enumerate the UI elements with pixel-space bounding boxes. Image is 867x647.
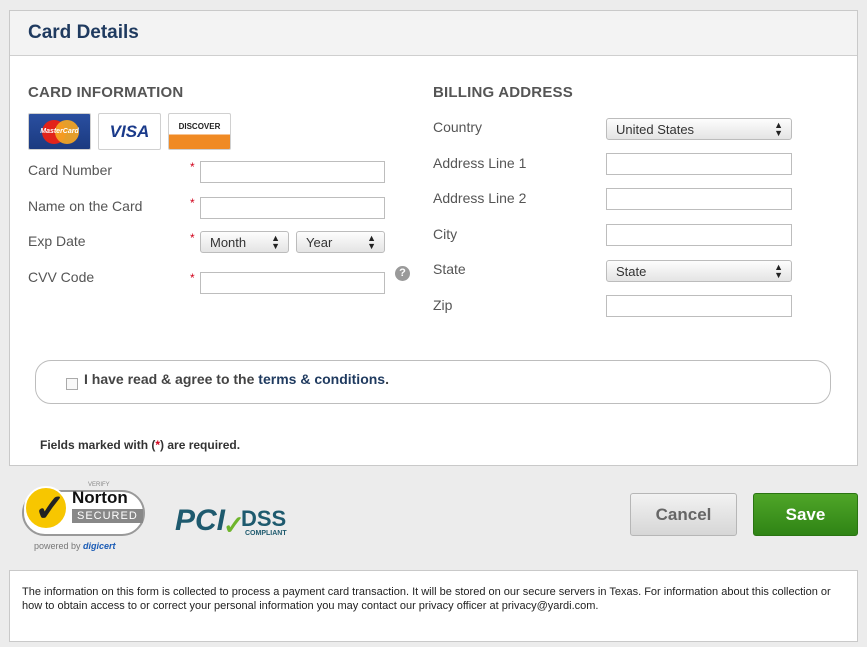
privacy-notice: The information on this form is collecte… <box>9 570 858 642</box>
terms-and-conditions-link[interactable]: terms & conditions <box>258 371 385 387</box>
cancel-button[interactable]: Cancel <box>630 493 737 536</box>
city-input[interactable] <box>606 224 792 246</box>
card-information-title: CARD INFORMATION <box>28 84 184 101</box>
country-select[interactable]: United States ▲ ▼ <box>606 118 792 140</box>
mastercard-logo: MasterCard <box>28 113 91 150</box>
visa-logo: VISA <box>98 113 161 150</box>
address-line-2-label: Address Line 2 <box>433 190 527 206</box>
state-select[interactable]: State ▲ ▼ <box>606 260 792 282</box>
city-label: City <box>433 226 458 242</box>
terms-box: I have read & agree to the terms & condi… <box>35 360 831 404</box>
zip-input[interactable] <box>606 295 792 317</box>
pci-dss-badge: PCI ✓ DSS COMPLIANT <box>175 504 287 540</box>
required-fields-note: Fields marked with (*) are required. <box>40 438 241 452</box>
address-line-1-input[interactable] <box>606 153 792 175</box>
select-arrows-icon: ▲ ▼ <box>774 120 783 138</box>
discover-logo: DISCOVER <box>168 113 231 150</box>
cvv-code-label: CVV Code <box>28 269 95 285</box>
billing-address-title: BILLING ADDRESS <box>433 84 573 101</box>
state-label: State <box>433 261 466 277</box>
exp-year-select[interactable]: Year ▲ ▼ <box>296 231 385 253</box>
terms-checkbox[interactable] <box>66 378 78 390</box>
required-marker: * <box>190 196 195 210</box>
panel-header: Card Details <box>10 11 857 56</box>
name-on-card-input[interactable] <box>200 197 385 219</box>
card-number-label: Card Number <box>28 162 113 178</box>
zip-label: Zip <box>433 297 453 313</box>
select-arrows-icon: ▲ ▼ <box>367 233 376 251</box>
address-line-1-label: Address Line 1 <box>433 155 527 171</box>
accepted-cards: MasterCard VISA DISCOVER <box>28 113 231 150</box>
exp-month-select[interactable]: Month ▲ ▼ <box>200 231 289 253</box>
save-button[interactable]: Save <box>753 493 858 536</box>
name-on-card-label: Name on the Card <box>28 198 143 214</box>
checkmark-icon: ✓ <box>24 486 68 530</box>
cvv-code-input[interactable] <box>200 272 385 294</box>
required-marker: * <box>190 231 195 245</box>
required-marker: * <box>190 271 195 285</box>
select-arrows-icon: ▲ ▼ <box>271 233 280 251</box>
page-title: Card Details <box>28 22 139 43</box>
norton-secured-badge[interactable]: VERIFY ✓ Norton SECURED powered by digic… <box>22 482 150 556</box>
exp-date-label: Exp Date <box>28 233 86 249</box>
card-number-input[interactable] <box>200 161 385 183</box>
required-marker: * <box>190 160 195 174</box>
address-line-2-input[interactable] <box>606 188 792 210</box>
country-label: Country <box>433 119 483 135</box>
question-circle-icon[interactable]: ? <box>395 266 410 281</box>
select-arrows-icon: ▲ ▼ <box>774 262 783 280</box>
terms-text: I have read & agree to the terms & condi… <box>84 371 389 387</box>
